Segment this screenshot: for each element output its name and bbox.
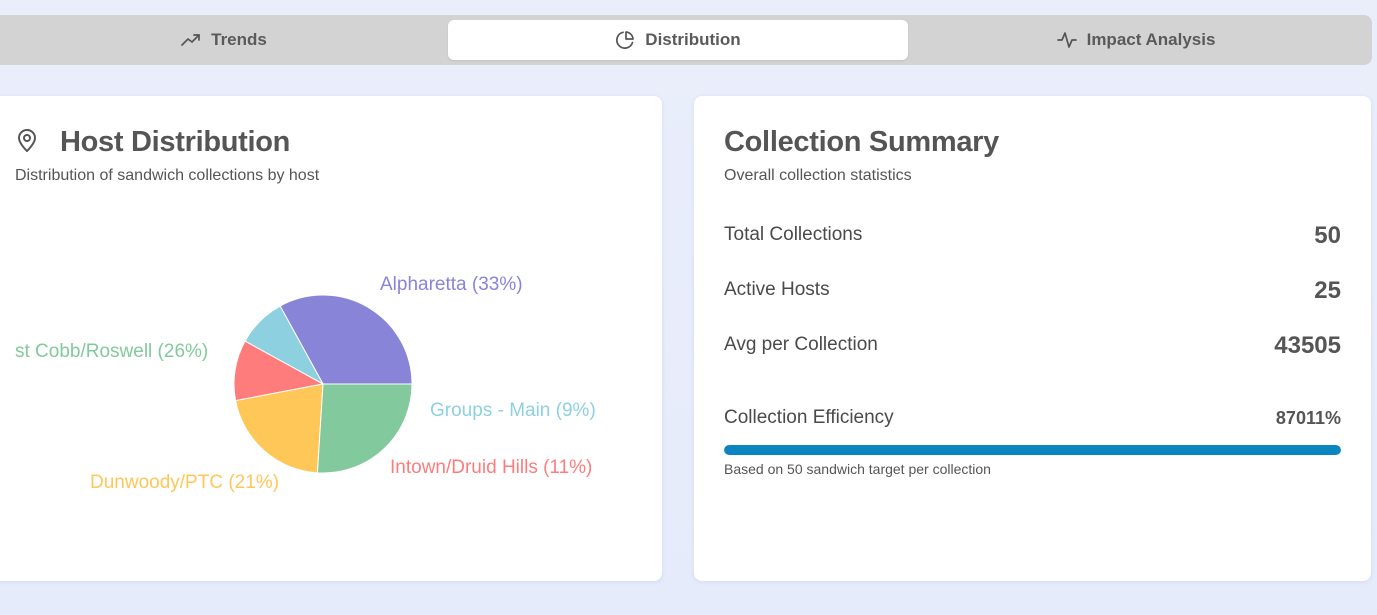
stat-label-total-collections: Total Collections [724,224,863,245]
efficiency-progress-fill [724,445,1341,455]
pie-label-groups-main: Groups - Main (9%) [430,400,596,421]
efficiency-label: Collection Efficiency [724,407,894,428]
pie-label-alpharetta: Alpharetta (33%) [380,274,523,295]
tab-bar: Trends Distribution Impact Analysis [0,15,1372,65]
stat-label-avg-per-collection: Avg per Collection [724,334,878,355]
efficiency-value: 87011% [1275,408,1341,428]
map-pin-icon [18,129,36,152]
tab-distribution[interactable]: Distribution [448,20,908,60]
pie-chart-svg: Alpharetta (33%) Groups - Main (9%) Intown… [15,274,596,493]
pie-label-st-cobb-roswell: st Cobb/Roswell (26%) [15,341,208,362]
card-subtitle: Distribution of sandwich collections by … [15,167,320,184]
tab-trends[interactable]: Trends [0,20,448,60]
tab-impact-analysis[interactable]: Impact Analysis [908,20,1364,60]
stat-value-active-hosts: 25 [1314,277,1341,304]
trending-up-icon [181,34,200,46]
efficiency-progress-bar [724,445,1341,455]
pie-label-dunwoody-ptc: Dunwoody/PTC (21%) [90,472,279,493]
tab-label: Trends [211,30,267,49]
activity-icon [1056,32,1077,48]
stat-value-avg-per-collection: 43505 [1274,332,1341,359]
stat-label-active-hosts: Active Hosts [724,279,830,300]
card-title: Host Distribution [60,126,291,158]
tab-label: Distribution [645,30,741,49]
card-subtitle: Overall collection statistics [724,167,912,184]
tab-label: Impact Analysis [1086,30,1216,49]
card-title: Collection Summary [724,126,999,158]
stat-value-total-collections: 50 [1314,222,1341,249]
pie-chart-icon [616,31,635,49]
efficiency-note: Based on 50 sandwich target per collecti… [724,461,991,477]
pie-label-intown-druid-hills: Intown/Druid Hills (11%) [390,457,592,478]
pie-chart: Alpharetta (33%) Groups - Main (9%) Intown… [0,200,662,560]
